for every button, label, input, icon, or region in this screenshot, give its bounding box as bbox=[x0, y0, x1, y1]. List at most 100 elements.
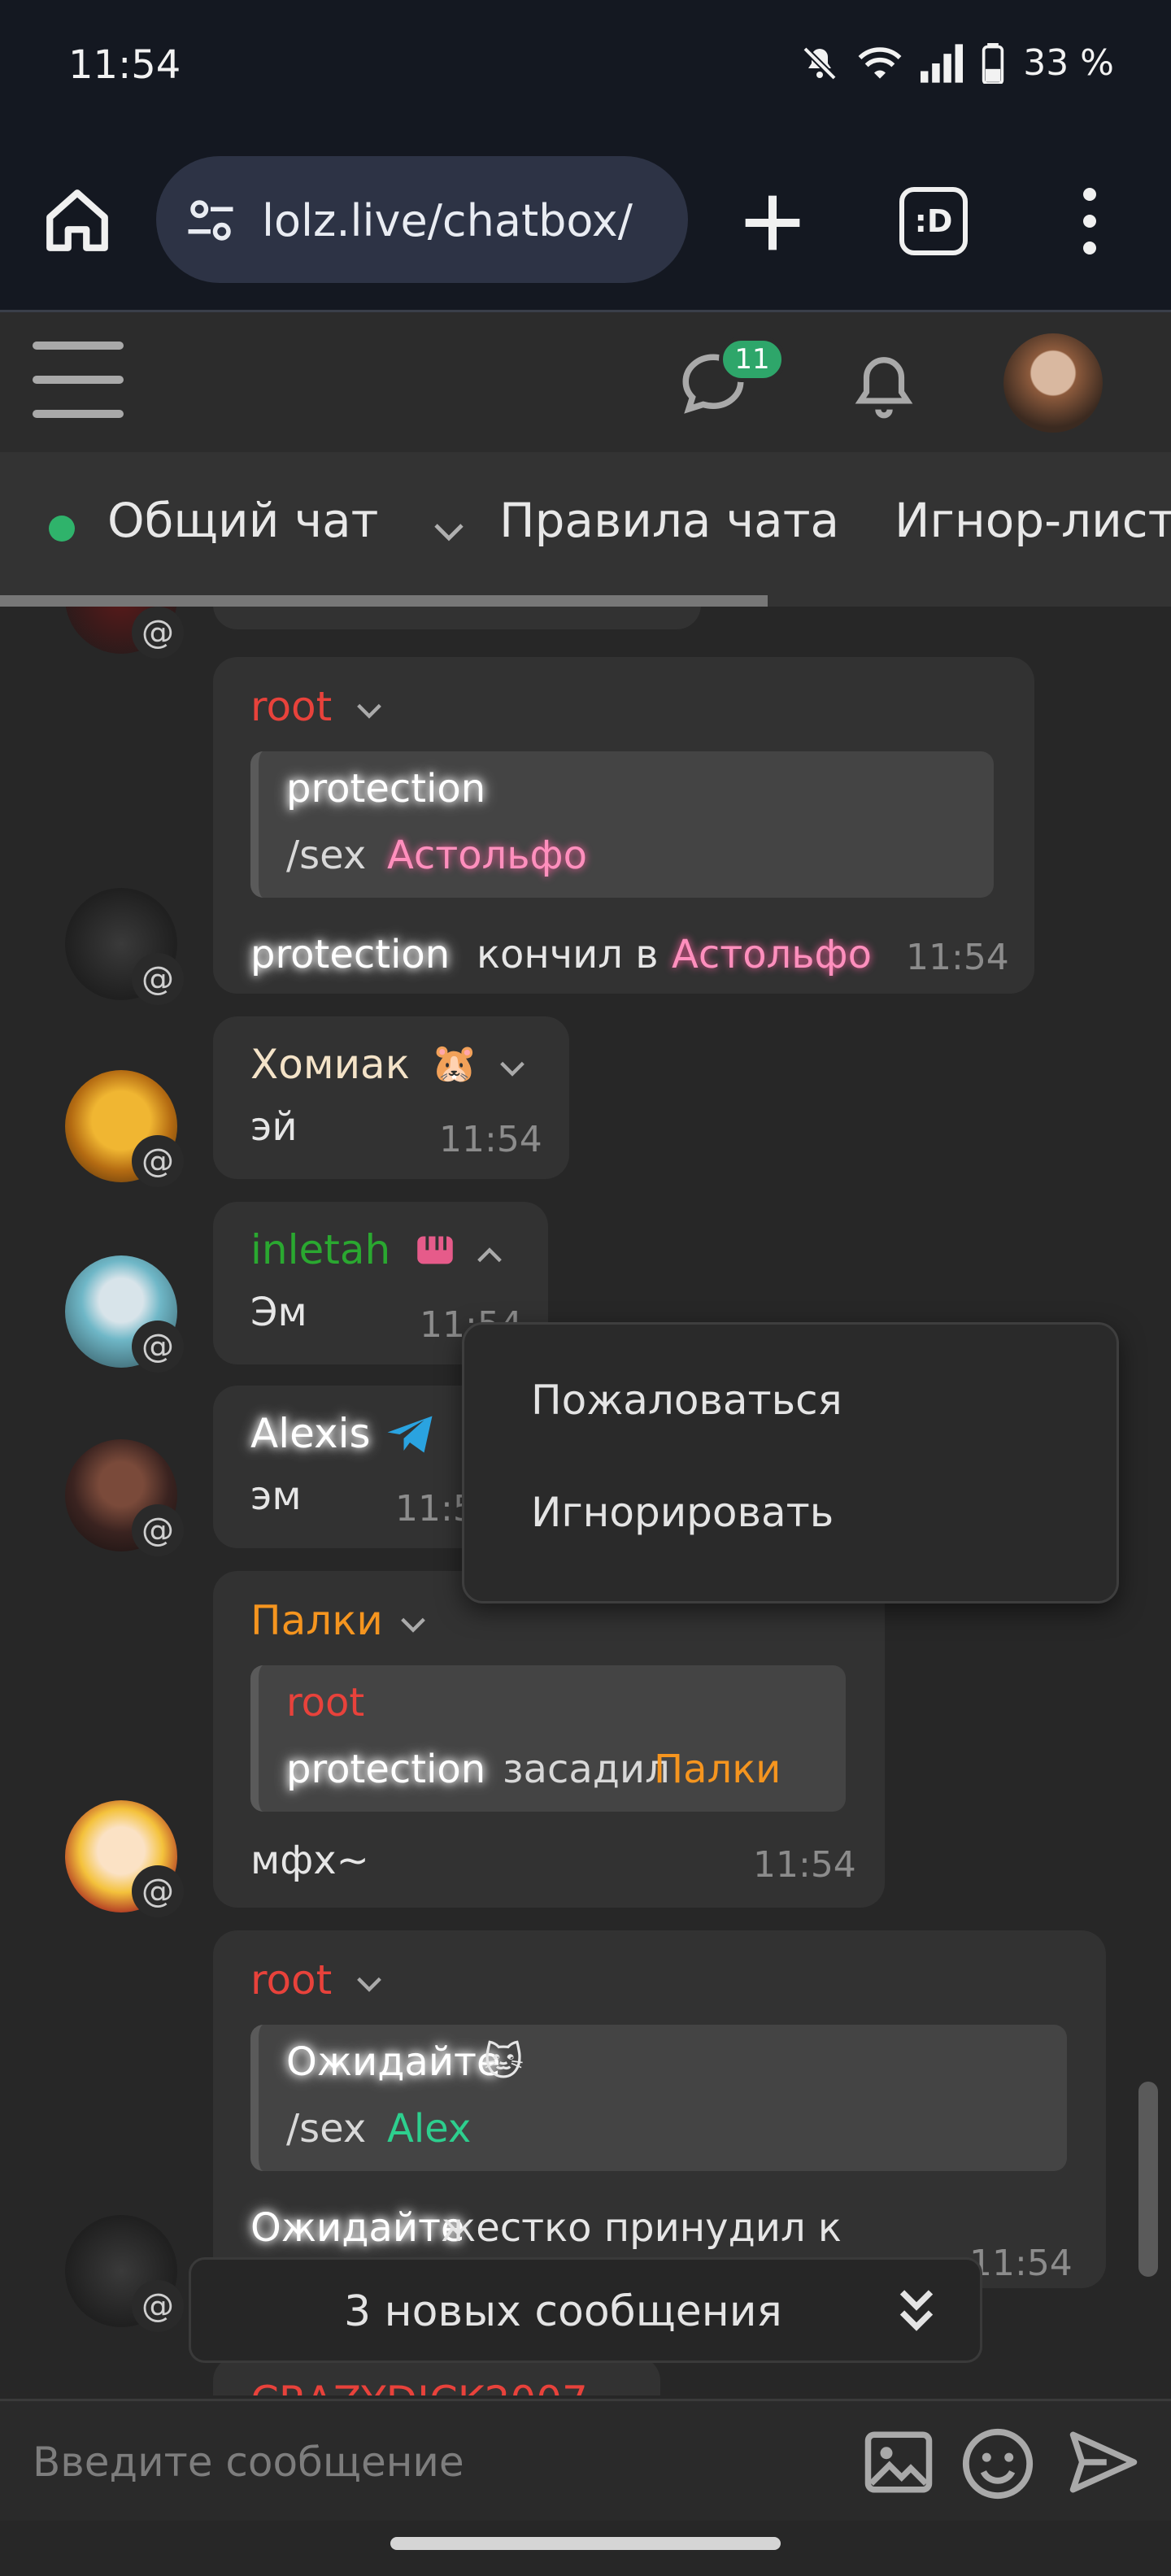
send-icon[interactable] bbox=[1065, 2426, 1142, 2499]
mute-icon bbox=[803, 46, 838, 80]
mention-icon[interactable]: @ bbox=[132, 1135, 184, 1187]
chevron-down-icon[interactable] bbox=[496, 1057, 529, 1080]
mention-icon[interactable]: @ bbox=[132, 1865, 184, 1917]
more-icon[interactable] bbox=[1070, 181, 1109, 262]
tabs-label: :D bbox=[914, 203, 953, 239]
message-time: 11:54 bbox=[753, 1844, 856, 1886]
message-username[interactable]: Alexis bbox=[250, 1410, 371, 1457]
message-bubble bbox=[213, 607, 701, 629]
home-gesture-handle[interactable] bbox=[390, 2537, 781, 2550]
avatar[interactable]: @ bbox=[65, 1800, 184, 1917]
emoji-icon[interactable] bbox=[960, 2426, 1036, 2502]
online-indicator bbox=[49, 516, 75, 542]
tab-chat-rules[interactable]: Правила чата bbox=[499, 493, 839, 548]
message-bubble: Хомиак 🐹 эй 11:54 bbox=[213, 1016, 569, 1179]
message-username[interactable]: Хомиак bbox=[250, 1041, 410, 1088]
wifi-icon bbox=[858, 46, 902, 79]
tabs-scroll-indicator bbox=[0, 595, 768, 607]
plus-icon[interactable] bbox=[732, 182, 813, 263]
chevron-down-icon[interactable] bbox=[429, 516, 468, 548]
avatar[interactable]: @ bbox=[65, 888, 184, 1005]
bell-icon[interactable] bbox=[849, 350, 919, 423]
message-bubble: root Ожидайте 🐱 /sex Alex Ожидайте жестк… bbox=[213, 1930, 1106, 2288]
quote-username[interactable]: root bbox=[286, 1680, 364, 1725]
new-messages-button[interactable]: 3 новых сообщения bbox=[189, 2257, 982, 2363]
avatar[interactable]: @ bbox=[65, 607, 184, 659]
scrollbar[interactable] bbox=[1138, 2082, 1158, 2277]
site-settings-icon[interactable] bbox=[184, 194, 237, 247]
home-icon[interactable] bbox=[41, 184, 114, 257]
address-bar[interactable]: lolz.live/chatbox/ bbox=[156, 156, 688, 283]
battery-icon bbox=[982, 42, 1004, 84]
quote-target[interactable]: Alex bbox=[387, 2106, 471, 2152]
chevron-up-icon[interactable] bbox=[473, 1244, 506, 1267]
quote-actor[interactable]: protection bbox=[286, 1747, 485, 1792]
message-username[interactable]: root bbox=[250, 683, 332, 730]
quote-target[interactable]: Палки bbox=[654, 1747, 781, 1792]
message-context-menu: Пожаловаться Игнорировать bbox=[462, 1322, 1119, 1603]
tab-ignore-list[interactable]: Игнор-лист bbox=[895, 493, 1171, 548]
status-icons: 33 % bbox=[800, 42, 1114, 84]
message-target[interactable]: Астольфо bbox=[672, 932, 872, 977]
avatar[interactable]: @ bbox=[65, 1255, 184, 1373]
browser-toolbar: lolz.live/chatbox/ :D bbox=[0, 130, 1171, 312]
report-menu-item[interactable]: Пожаловаться bbox=[531, 1377, 842, 1424]
quote-action: засадил bbox=[503, 1747, 670, 1792]
avatar[interactable]: @ bbox=[65, 1070, 184, 1187]
chevron-down-icon[interactable] bbox=[397, 1613, 429, 1636]
tabs-icon[interactable]: :D bbox=[899, 187, 968, 255]
quote-username[interactable]: protection bbox=[286, 766, 485, 812]
quote-username[interactable]: Ожидайте bbox=[286, 2039, 501, 2085]
message-text: эй bbox=[250, 1104, 298, 1150]
quote-command: /sex bbox=[286, 833, 367, 878]
status-bar: 11:54 33 % bbox=[0, 0, 1171, 130]
ignore-menu-item[interactable]: Игнорировать bbox=[531, 1489, 834, 1536]
mention-icon[interactable]: @ bbox=[132, 2280, 184, 2332]
mention-icon[interactable]: @ bbox=[132, 607, 184, 659]
fist-badge-icon bbox=[417, 1236, 453, 1264]
chevron-down-icon[interactable] bbox=[353, 699, 385, 722]
message-actor[interactable]: protection bbox=[250, 932, 450, 977]
quote-target[interactable]: Астольфо bbox=[387, 833, 587, 878]
message-time: 11:54 bbox=[969, 2243, 1073, 2284]
message-username[interactable]: Палки bbox=[250, 1597, 383, 1644]
message-username[interactable]: CRAZYDICK2007 bbox=[250, 2378, 588, 2395]
url-text: lolz.live/chatbox/ bbox=[262, 195, 633, 246]
message-input[interactable] bbox=[33, 2434, 813, 2491]
message-action: жестко принудил к bbox=[441, 2205, 842, 2251]
quote-user-badge: 🐱 bbox=[483, 2039, 525, 2085]
mention-icon[interactable]: @ bbox=[132, 1504, 184, 1556]
image-icon[interactable] bbox=[862, 2426, 935, 2499]
message-actor[interactable]: Ожидайте bbox=[250, 2205, 465, 2251]
chevron-down-icon[interactable] bbox=[353, 1973, 385, 1995]
message-text: мфх~ bbox=[250, 1838, 369, 1883]
message-time: 11:54 bbox=[439, 1119, 542, 1160]
telegram-icon bbox=[387, 1416, 433, 1453]
chat-count-badge: 11 bbox=[719, 337, 786, 382]
site-header: 11 bbox=[0, 312, 1171, 452]
mention-icon[interactable]: @ bbox=[132, 1321, 184, 1373]
battery-level: 33 % bbox=[1023, 42, 1114, 84]
gesture-bar bbox=[0, 2521, 1171, 2576]
message-quote: root protection засадил Палки bbox=[250, 1665, 846, 1812]
menu-icon[interactable] bbox=[33, 342, 124, 418]
avatar[interactable]: @ bbox=[65, 1439, 184, 1556]
quote-command: /sex bbox=[286, 2106, 367, 2152]
avatar[interactable]: @ bbox=[65, 2215, 184, 2332]
message-username[interactable]: root bbox=[250, 1956, 332, 2004]
message-composer bbox=[0, 2399, 1171, 2521]
tab-general-chat[interactable]: Общий чат bbox=[107, 493, 378, 548]
double-chevron-down-icon bbox=[899, 2290, 934, 2331]
message-quote: Ожидайте 🐱 /sex Alex bbox=[250, 2025, 1067, 2171]
mention-icon[interactable]: @ bbox=[132, 953, 184, 1005]
message-text: эм bbox=[250, 1473, 302, 1519]
message-bubble: root protection /sex Астольфо protection… bbox=[213, 657, 1034, 994]
new-messages-label: 3 новых сообщения bbox=[344, 2287, 782, 2336]
chat-tabs: Общий чат Правила чата Игнор-лист bbox=[0, 452, 1171, 607]
signal-icon bbox=[921, 43, 964, 83]
profile-avatar[interactable] bbox=[1003, 333, 1103, 433]
message-text: Эм bbox=[250, 1290, 307, 1335]
message-action: кончил в bbox=[477, 932, 659, 977]
message-time: 11:54 bbox=[906, 937, 1009, 978]
message-username[interactable]: inletah bbox=[250, 1226, 390, 1273]
